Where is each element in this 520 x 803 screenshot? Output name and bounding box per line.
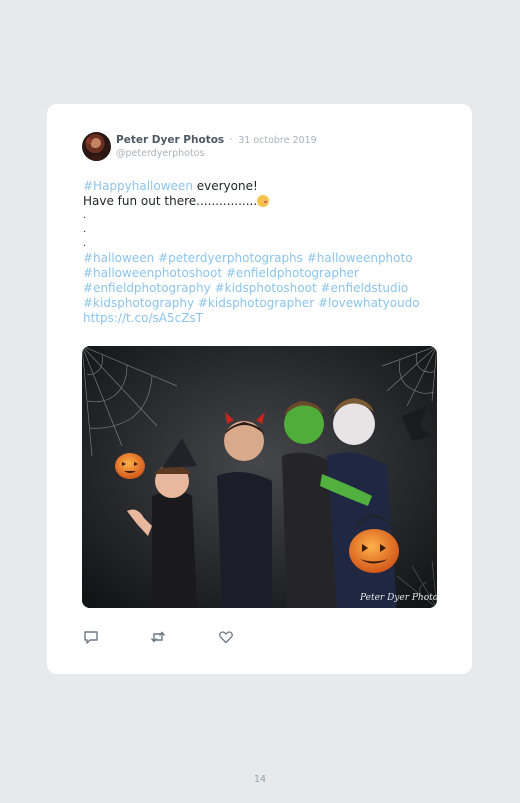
hashtag-line[interactable]: #halloweenphotoshoot #enfieldphotographe… [83,266,428,281]
hashtag-line[interactable]: #halloween #peterdyerphotographs #hallow… [83,251,428,266]
tweet-header: Peter Dyer Photos · 31 octobre 2019 @pet… [82,132,442,164]
author-handle[interactable]: @peterdyerphotos [116,148,204,159]
dot-line: . [83,210,87,221]
author-name[interactable]: Peter Dyer Photos [116,134,224,146]
tweet-line-1: #Happyhalloween everyone! [83,179,428,194]
dot-line: . [83,238,87,249]
meta-separator: · [229,134,233,146]
pumpkin-left [115,453,145,479]
dot-line: . [83,224,87,235]
retweet-icon[interactable] [150,629,166,645]
tweet-text-span: Have fun out there................ [83,194,258,208]
hashtag-line[interactable]: #kidsphotography #kidsphotographer #love… [83,296,428,311]
photo-watermark: Peter Dyer Photography [359,593,437,603]
hashtag-link[interactable]: #Happyhalloween [83,179,193,193]
tweet-text: #Happyhalloween everyone! Have fun out t… [83,179,428,326]
tweet-line-2: Have fun out there................ [83,194,428,209]
heart-icon[interactable] [218,629,234,645]
winking-kiss-emoji-icon [257,195,270,207]
page-number: 14 [253,774,267,785]
hashtag-line[interactable]: #enfieldphotography #kidsphotoshoot #enf… [83,281,428,296]
tweet-link[interactable]: https://t.co/sA5cZsT [83,311,428,326]
reply-icon[interactable] [83,629,99,645]
tweet-actions [83,629,283,645]
child-devil [217,412,272,608]
tweet-photo[interactable]: Peter Dyer Photography [82,346,437,608]
tweet-text-span: everyone! [192,179,258,193]
tweet-date[interactable]: 31 octobre 2019 [238,135,316,146]
tweet-card: Peter Dyer Photos · 31 octobre 2019 @pet… [47,104,472,674]
avatar[interactable] [82,132,111,161]
author-line: Peter Dyer Photos · 31 octobre 2019 [116,134,317,146]
